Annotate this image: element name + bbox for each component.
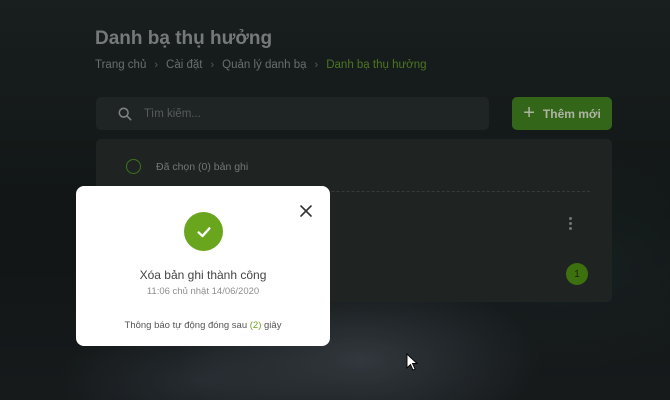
- success-dialog: Xóa bản ghi thành công 11:06 chủ nhật 14…: [76, 186, 330, 346]
- check-circle-icon: [184, 212, 223, 251]
- auto-close-count: (2): [249, 320, 262, 331]
- auto-close-notice: Thông báo tự động đóng sau (2) giây: [76, 320, 330, 331]
- dialog-message: Xóa bản ghi thành công: [139, 268, 267, 282]
- auto-close-suffix: giây: [264, 320, 282, 331]
- auto-close-prefix: Thông báo tự động đóng sau: [124, 320, 248, 331]
- close-icon[interactable]: [299, 204, 313, 218]
- mouse-cursor-icon: [406, 353, 418, 371]
- dialog-timestamp: 11:06 chủ nhật 14/06/2020: [146, 286, 260, 297]
